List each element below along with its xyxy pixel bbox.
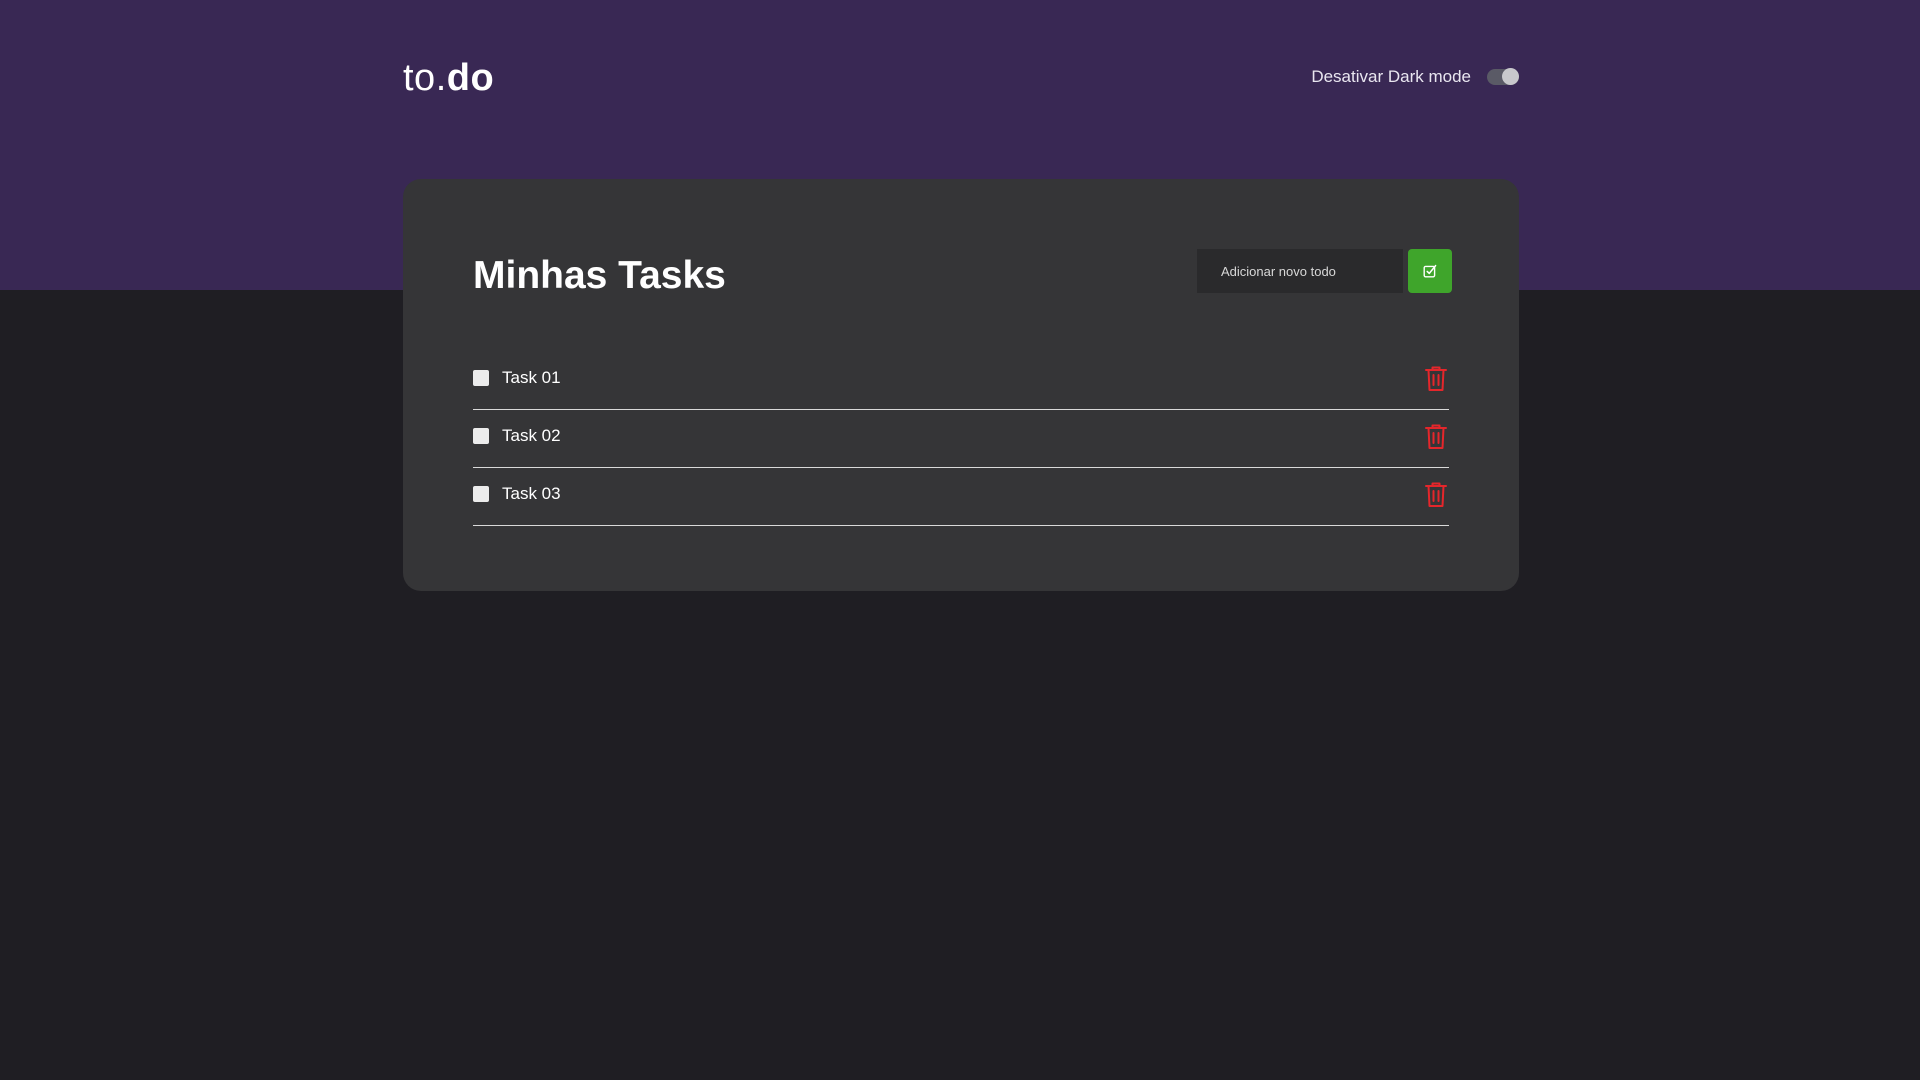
toggle-knob [1502, 68, 1519, 85]
task-item: Task 02 [473, 410, 1449, 468]
top-bar: to.do Desativar Dark mode [403, 0, 1519, 155]
page-title: Minhas Tasks [473, 254, 726, 297]
dark-mode-label: Desativar Dark mode [1311, 67, 1471, 86]
delete-task-button[interactable] [1423, 422, 1449, 450]
task-item: Task 03 [473, 468, 1449, 526]
add-todo-button[interactable] [1408, 249, 1452, 293]
trash-icon [1425, 424, 1447, 449]
tasks-card: Minhas Tasks Task 01 Task [403, 179, 1519, 591]
trash-icon [1425, 366, 1447, 391]
task-checkbox[interactable] [473, 370, 489, 386]
dark-mode-toggle[interactable] [1487, 68, 1519, 85]
task-label: Task 02 [502, 426, 561, 445]
logo-text-do: do [446, 57, 495, 99]
dark-mode-control: Desativar Dark mode [1311, 64, 1519, 90]
trash-icon [1425, 482, 1447, 507]
task-checkbox[interactable] [473, 486, 489, 502]
app-logo: to.do [403, 58, 494, 98]
task-list: Task 01 Task 02 Task 03 [473, 352, 1449, 526]
logo-dot: . [435, 57, 447, 99]
delete-task-button[interactable] [1423, 364, 1449, 392]
new-todo-input[interactable] [1197, 249, 1403, 293]
new-todo-form [1197, 249, 1452, 293]
delete-task-button[interactable] [1423, 480, 1449, 508]
task-label: Task 03 [502, 484, 561, 503]
task-label: Task 01 [502, 368, 561, 387]
check-square-icon [1423, 264, 1437, 278]
logo-text-to: to [403, 57, 436, 99]
task-item: Task 01 [473, 352, 1449, 410]
task-checkbox[interactable] [473, 428, 489, 444]
